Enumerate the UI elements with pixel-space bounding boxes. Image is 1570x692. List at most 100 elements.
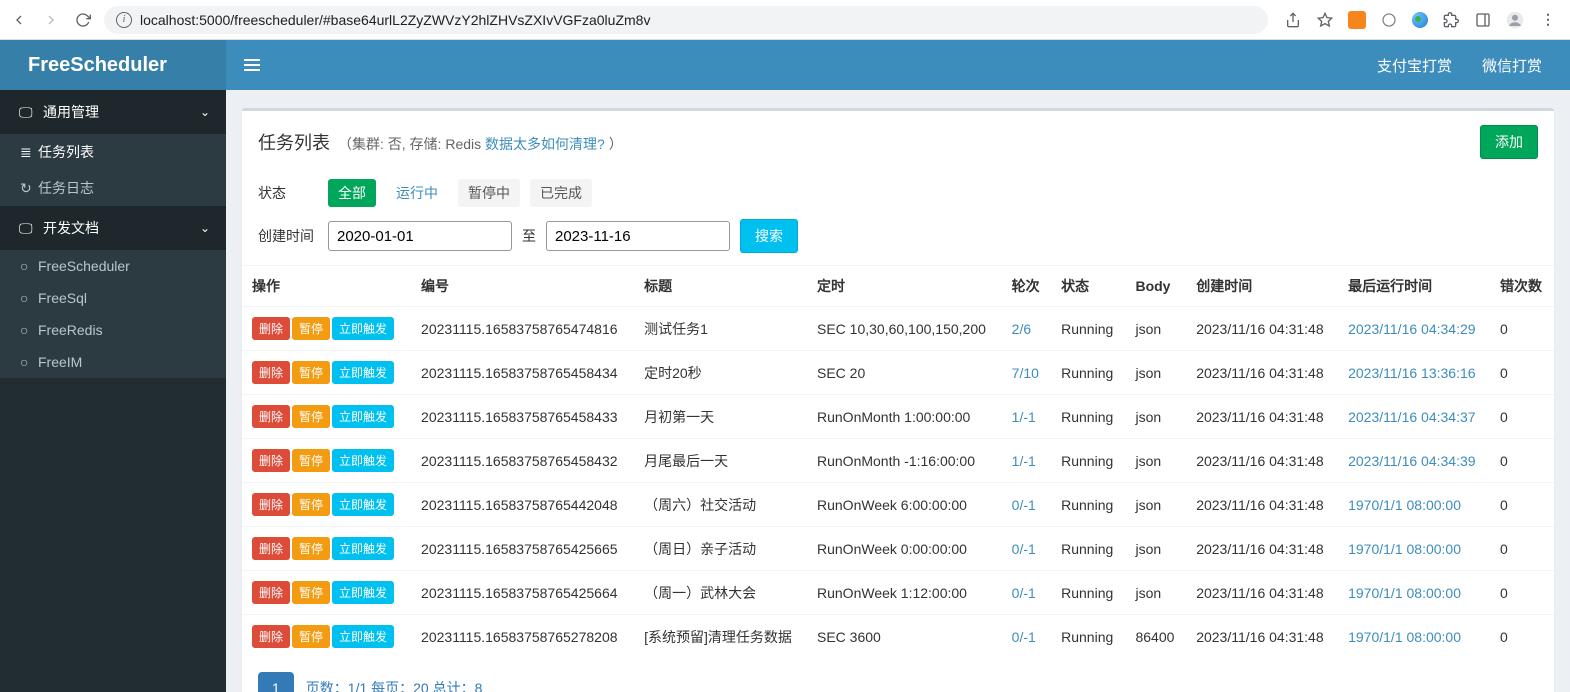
round-link[interactable]: 0/-1	[1012, 541, 1036, 557]
extension-icon-1[interactable]	[1380, 11, 1398, 29]
cell-created: 2023/11/16 04:31:48	[1186, 527, 1338, 571]
sidebar-item-freesql[interactable]: ○ FreeSql	[0, 282, 226, 314]
cell-last: 1970/1/1 08:00:00	[1338, 571, 1490, 615]
url-bar[interactable]: i localhost:5000/freescheduler/#base64ur…	[104, 6, 1268, 34]
lastrun-link[interactable]: 1970/1/1 08:00:00	[1348, 497, 1461, 513]
lastrun-link[interactable]: 1970/1/1 08:00:00	[1348, 541, 1461, 557]
cell-timer: RunOnMonth -1:16:00:00	[807, 439, 1002, 483]
cell-title: 月初第一天	[634, 395, 807, 439]
pause-button[interactable]: 暂停	[292, 361, 330, 384]
table-row: 删除暂停立即触发20231115.16583758765458433月初第一天R…	[242, 395, 1554, 439]
lastrun-link[interactable]: 1970/1/1 08:00:00	[1348, 629, 1461, 645]
metamask-icon[interactable]	[1348, 11, 1366, 29]
task-table: 操作 编号 标题 定时 轮次 状态 Body 创建时间 最后运行时间 错次数 删…	[242, 265, 1554, 658]
page-current[interactable]: 1	[258, 672, 294, 692]
trigger-button[interactable]: 立即触发	[332, 625, 394, 648]
trigger-button[interactable]: 立即触发	[332, 361, 394, 384]
pause-button[interactable]: 暂停	[292, 317, 330, 340]
sidebar-item-tasklist[interactable]: ≣ 任务列表	[0, 134, 226, 170]
sidebar-item-freescheduler[interactable]: ○ FreeScheduler	[0, 250, 226, 282]
trigger-button[interactable]: 立即触发	[332, 317, 394, 340]
round-link[interactable]: 1/-1	[1012, 409, 1036, 425]
cell-title: [系统预留]清理任务数据	[634, 615, 807, 659]
extension-icon-2[interactable]	[1412, 12, 1428, 28]
lastrun-link[interactable]: 2023/11/16 13:36:16	[1348, 365, 1475, 381]
cell-actions: 删除暂停立即触发	[242, 395, 411, 439]
share-icon[interactable]	[1284, 11, 1302, 29]
round-link[interactable]: 0/-1	[1012, 585, 1036, 601]
nav-alipay[interactable]: 支付宝打赏	[1377, 55, 1452, 76]
trigger-button[interactable]: 立即触发	[332, 405, 394, 428]
sidebar-toggle[interactable]	[226, 64, 278, 66]
date-to-input[interactable]	[546, 221, 730, 251]
sidebar-section-general[interactable]: 🖵 通用管理 ⌄	[0, 90, 226, 134]
col-err: 错次数	[1490, 266, 1554, 307]
pause-button[interactable]: 暂停	[292, 625, 330, 648]
filter-all[interactable]: 全部	[328, 179, 376, 207]
menu-icon[interactable]: ⋮	[1538, 11, 1556, 29]
trigger-button[interactable]: 立即触发	[332, 493, 394, 516]
round-link[interactable]: 2/6	[1012, 321, 1031, 337]
date-from-input[interactable]	[328, 221, 512, 251]
cell-err: 0	[1490, 351, 1554, 395]
nav-wechat[interactable]: 微信打赏	[1482, 55, 1542, 76]
cell-err: 0	[1490, 439, 1554, 483]
cell-body: json	[1125, 307, 1186, 351]
trigger-button[interactable]: 立即触发	[332, 581, 394, 604]
round-link[interactable]: 1/-1	[1012, 453, 1036, 469]
panel-icon[interactable]	[1474, 11, 1492, 29]
sidebar-item-label: FreeIM	[38, 354, 82, 370]
pause-button[interactable]: 暂停	[292, 449, 330, 472]
trigger-button[interactable]: 立即触发	[332, 449, 394, 472]
filter-running[interactable]: 运行中	[386, 179, 448, 207]
app-logo[interactable]: FreeScheduler	[0, 40, 226, 90]
star-icon[interactable]	[1316, 11, 1334, 29]
pause-button[interactable]: 暂停	[292, 493, 330, 516]
circle-icon: ○	[20, 354, 38, 370]
table-header-row: 操作 编号 标题 定时 轮次 状态 Body 创建时间 最后运行时间 错次数	[242, 266, 1554, 307]
extensions-icon[interactable]	[1442, 11, 1460, 29]
round-link[interactable]: 7/10	[1012, 365, 1039, 381]
sidebar-item-freeim[interactable]: ○ FreeIM	[0, 346, 226, 378]
lastrun-link[interactable]: 2023/11/16 04:34:39	[1348, 453, 1475, 469]
delete-button[interactable]: 删除	[252, 537, 290, 560]
cell-round: 1/-1	[1002, 395, 1051, 439]
sidebar-item-freeredis[interactable]: ○ FreeRedis	[0, 314, 226, 346]
sidebar-item-tasklog[interactable]: ↻ 任务日志	[0, 170, 226, 206]
filter-completed[interactable]: 已完成	[530, 179, 592, 207]
lastrun-link[interactable]: 2023/11/16 04:34:29	[1348, 321, 1475, 337]
trigger-button[interactable]: 立即触发	[332, 537, 394, 560]
delete-button[interactable]: 删除	[252, 581, 290, 604]
cell-title: 测试任务1	[634, 307, 807, 351]
delete-button[interactable]: 删除	[252, 317, 290, 340]
round-link[interactable]: 0/-1	[1012, 629, 1036, 645]
table-row: 删除暂停立即触发20231115.16583758765278208[系统预留]…	[242, 615, 1554, 659]
cell-err: 0	[1490, 395, 1554, 439]
page-title-text: 任务列表	[258, 129, 330, 155]
lastrun-link[interactable]: 1970/1/1 08:00:00	[1348, 585, 1461, 601]
cell-last: 2023/11/16 04:34:29	[1338, 307, 1490, 351]
cleanup-link[interactable]: 数据太多如何清理?	[485, 136, 605, 152]
circle-icon: ○	[20, 290, 38, 306]
delete-button[interactable]: 删除	[252, 405, 290, 428]
pause-button[interactable]: 暂停	[292, 581, 330, 604]
reload-button[interactable]	[72, 9, 94, 31]
forward-button[interactable]	[40, 9, 62, 31]
search-button[interactable]: 搜索	[740, 219, 798, 253]
sidebar-section-docs[interactable]: 🖵 开发文档 ⌄	[0, 206, 226, 250]
back-button[interactable]	[8, 9, 30, 31]
filter-paused[interactable]: 暂停中	[458, 179, 520, 207]
cell-id: 20231115.16583758765474816	[411, 307, 634, 351]
delete-button[interactable]: 删除	[252, 625, 290, 648]
cell-id: 20231115.16583758765458433	[411, 395, 634, 439]
round-link[interactable]: 0/-1	[1012, 497, 1036, 513]
lastrun-link[interactable]: 2023/11/16 04:34:37	[1348, 409, 1475, 425]
pause-button[interactable]: 暂停	[292, 405, 330, 428]
delete-button[interactable]: 删除	[252, 449, 290, 472]
subtitle-prefix: （集群: 否, 存储: Redis	[338, 136, 485, 152]
profile-icon[interactable]	[1506, 11, 1524, 29]
pause-button[interactable]: 暂停	[292, 537, 330, 560]
add-button[interactable]: 添加	[1480, 125, 1538, 159]
delete-button[interactable]: 删除	[252, 361, 290, 384]
delete-button[interactable]: 删除	[252, 493, 290, 516]
